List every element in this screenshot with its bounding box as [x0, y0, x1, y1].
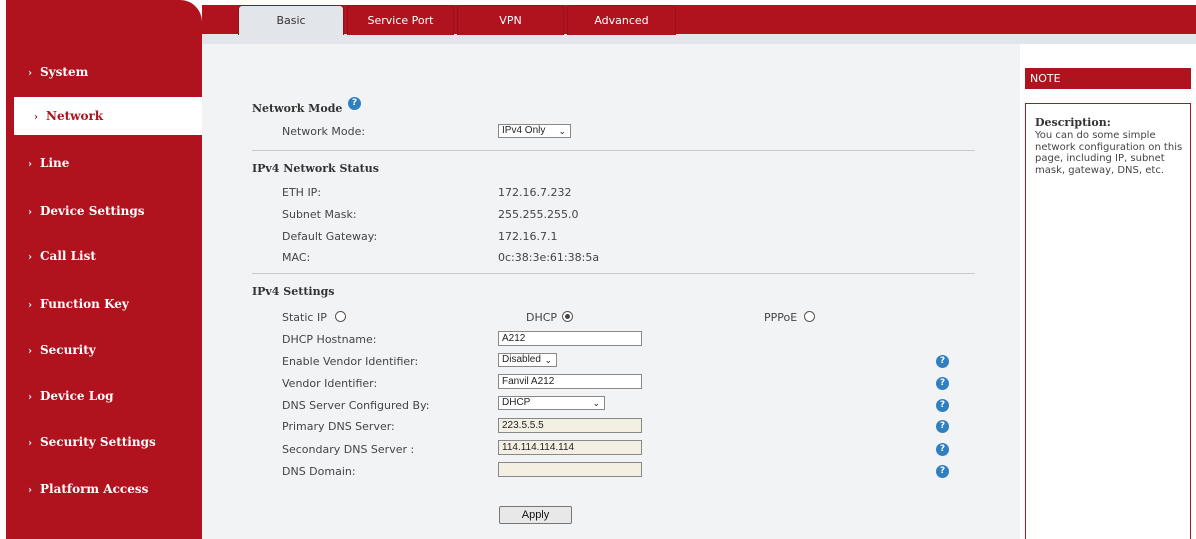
ipv4-status-heading: IPv4 Network Status — [252, 162, 379, 175]
ipv4-settings-heading: IPv4 Settings — [252, 285, 335, 298]
dns-configured-by-value: DHCP — [502, 397, 531, 408]
subnet-mask-value: 255.255.255.0 — [498, 208, 579, 221]
question-circle-icon[interactable]: ? — [348, 97, 361, 110]
pppoe-label: PPPoE — [764, 311, 798, 324]
sidebar-item-label: Line — [40, 156, 70, 170]
dhcp-hostname-input[interactable]: A212 — [498, 331, 642, 346]
default-gateway-label: Default Gateway: — [282, 230, 378, 243]
vendor-identifier-input[interactable]: Fanvil A212 — [498, 374, 642, 389]
secondary-dns-label: Secondary DNS Server : — [282, 443, 415, 456]
dhcp-label: DHCP — [526, 311, 558, 324]
divider — [252, 150, 975, 151]
network-mode-select[interactable]: IPv4 Only ⌄ — [498, 124, 571, 138]
vendor-identifier-label: Vendor Identifier: — [282, 377, 378, 390]
sidebar-item-security[interactable]: › Security — [6, 331, 202, 369]
sidebar-item-label: Device Log — [40, 389, 114, 403]
chevron-down-icon: ⌄ — [592, 398, 600, 408]
primary-dns-label: Primary DNS Server: — [282, 420, 395, 433]
chevron-right-icon: › — [28, 438, 32, 449]
network-mode-label: Network Mode: — [282, 125, 366, 138]
chevron-down-icon: ⌄ — [544, 355, 552, 365]
mac-label: MAC: — [282, 251, 311, 264]
network-mode-heading: Network Mode — [252, 102, 343, 115]
sidebar-item-label: Device Settings — [40, 204, 145, 218]
sidebar-item-security-settings[interactable]: › Security Settings — [6, 423, 202, 461]
divider — [252, 273, 975, 274]
sidebar-item-label: Call List — [40, 249, 96, 263]
question-circle-icon[interactable]: ? — [936, 443, 949, 456]
sidebar-item-label: System — [40, 65, 89, 79]
dns-configured-by-label: DNS Server Configured By: — [282, 399, 430, 412]
sidebar-item-platform-access[interactable]: › Platform Access — [6, 470, 202, 508]
sidebar-item-network[interactable]: › Network — [14, 97, 202, 135]
eth-ip-label: ETH IP: — [282, 186, 322, 199]
chevron-right-icon: › — [28, 252, 32, 263]
chevron-right-icon: › — [28, 68, 32, 79]
question-circle-icon[interactable]: ? — [936, 465, 949, 478]
dhcp-radio[interactable] — [562, 311, 573, 322]
sidebar-item-line[interactable]: › Line — [6, 144, 202, 182]
tab-advanced[interactable]: Advanced — [567, 5, 676, 35]
note-text: You can do some simple network configura… — [1035, 130, 1183, 176]
dns-domain-label: DNS Domain: — [282, 465, 356, 478]
enable-vendor-identifier-select[interactable]: Disabled ⌄ — [498, 353, 557, 367]
default-gateway-value: 172.16.7.1 — [498, 230, 558, 243]
tab-service-port[interactable]: Service Port — [347, 5, 454, 35]
sidebar-item-system[interactable]: › System — [6, 53, 202, 91]
apply-button[interactable]: Apply — [499, 506, 572, 524]
subnet-mask-label: Subnet Mask: — [282, 208, 357, 221]
question-circle-icon[interactable]: ? — [936, 355, 949, 368]
tab-vpn[interactable]: VPN — [457, 5, 564, 35]
question-circle-icon[interactable]: ? — [936, 377, 949, 390]
chevron-right-icon: › — [28, 392, 32, 403]
sidebar-item-label: Security — [40, 343, 96, 357]
chevron-right-icon: › — [34, 112, 38, 123]
chevron-right-icon: › — [28, 207, 32, 218]
sidebar-item-function-key[interactable]: › Function Key — [6, 285, 202, 323]
dns-configured-by-select[interactable]: DHCP ⌄ — [498, 396, 605, 410]
eth-ip-value: 172.16.7.232 — [498, 186, 572, 199]
enable-vendor-identifier-label: Enable Vendor Identifier: — [282, 355, 419, 368]
chevron-right-icon: › — [28, 485, 32, 496]
sidebar-item-label: Security Settings — [40, 435, 156, 449]
dhcp-hostname-label: DHCP Hostname: — [282, 333, 377, 346]
tab-strip — [202, 34, 1196, 44]
question-circle-icon[interactable]: ? — [936, 420, 949, 433]
sidebar-item-label: Function Key — [40, 297, 129, 311]
sidebar-item-device-settings[interactable]: › Device Settings — [6, 192, 202, 230]
chevron-down-icon: ⌄ — [558, 126, 566, 136]
dns-domain-input[interactable] — [498, 462, 642, 477]
sidebar: › System › Network › Line › Device Settings … — [6, 0, 202, 539]
sidebar-item-call-list[interactable]: › Call List — [6, 237, 202, 275]
enable-vendor-identifier-value: Disabled — [502, 354, 541, 365]
mac-value: 0c:38:3e:61:38:5a — [498, 251, 600, 264]
sidebar-item-device-log[interactable]: › Device Log — [6, 377, 202, 415]
chevron-right-icon: › — [28, 159, 32, 170]
question-circle-icon[interactable]: ? — [936, 399, 949, 412]
note-title: Description: — [1035, 116, 1111, 129]
tab-basic[interactable]: Basic — [238, 5, 344, 35]
note-header: NOTE — [1025, 68, 1191, 89]
pppoe-radio[interactable] — [804, 311, 815, 322]
sidebar-item-label: Platform Access — [40, 482, 149, 496]
chevron-right-icon: › — [28, 346, 32, 357]
static-ip-label: Static IP — [282, 311, 327, 324]
network-mode-value: IPv4 Only — [502, 125, 546, 136]
sidebar-item-label: Network — [46, 109, 104, 123]
secondary-dns-input[interactable]: 114.114.114.114 — [498, 440, 642, 455]
chevron-right-icon: › — [28, 300, 32, 311]
primary-dns-input[interactable]: 223.5.5.5 — [498, 418, 642, 433]
static-ip-radio[interactable] — [335, 311, 346, 322]
